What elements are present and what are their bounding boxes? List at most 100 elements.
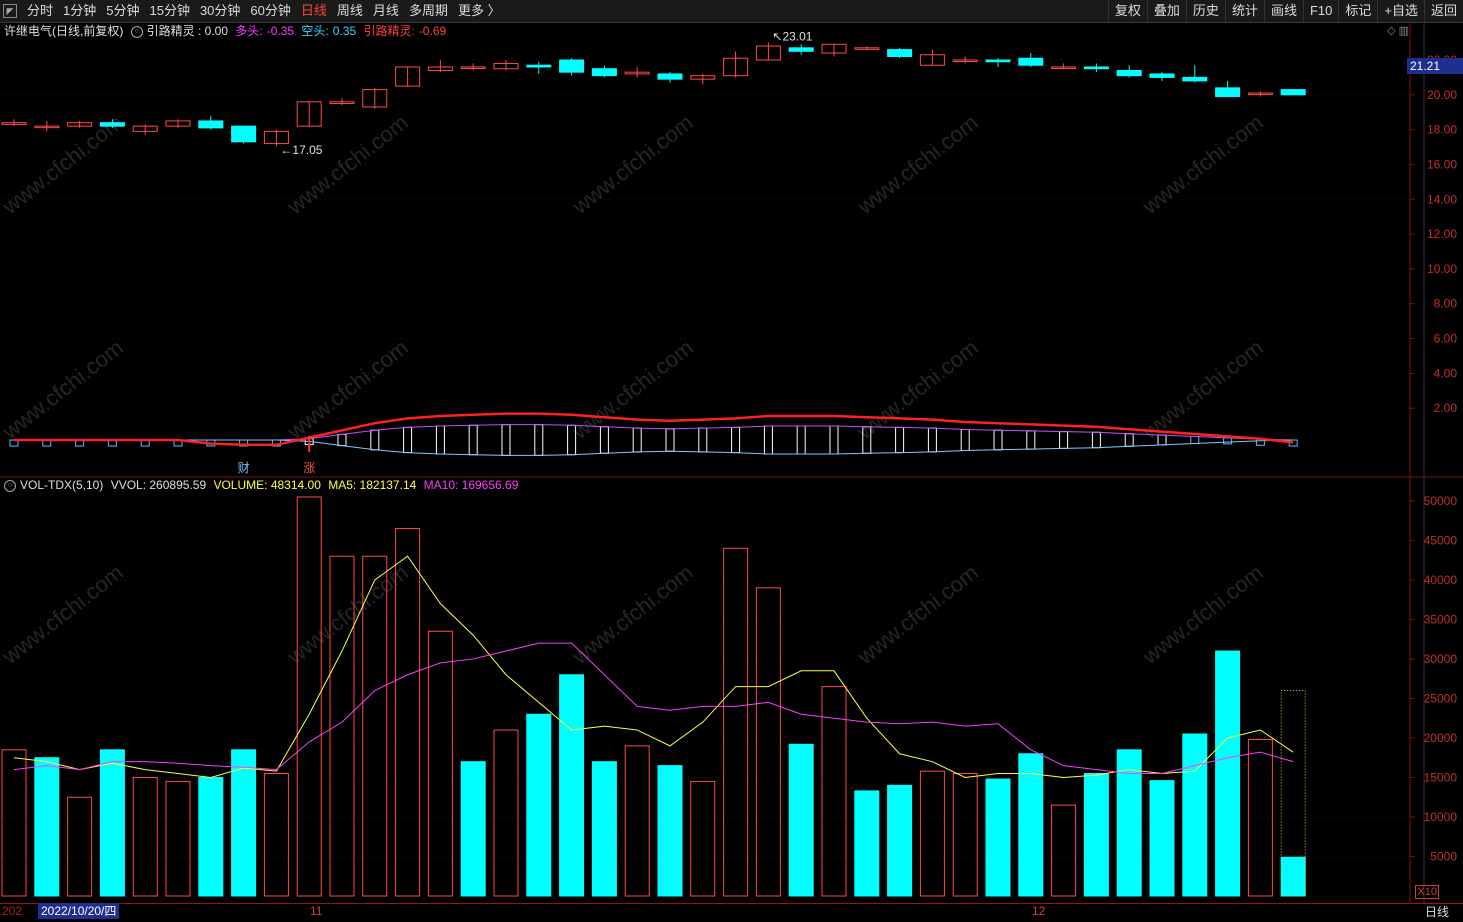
candle-down: [99, 122, 125, 127]
candle-down: [985, 59, 1011, 63]
volume-bar-up: [723, 547, 749, 897]
volume-tick-label: 15000: [1424, 770, 1458, 784]
volume-tick-label: 5000: [1430, 849, 1457, 863]
candle-down: [231, 125, 257, 143]
volume-value: VOLUME: 48314.00: [213, 478, 321, 492]
volume-bar-up: [493, 729, 519, 897]
candle-down: [591, 68, 617, 77]
ribbon-box: [960, 429, 970, 451]
price-tick-label: 2.00: [1434, 401, 1458, 415]
candle-down: [788, 47, 814, 52]
volume-bar-up: [952, 773, 978, 897]
volume-bar-up: [919, 770, 945, 897]
ribbon-box: [632, 427, 642, 453]
volume-bar-down: [788, 743, 814, 897]
volume-tick-label: 25000: [1424, 691, 1458, 705]
period-indicator[interactable]: 日线: [1411, 903, 1463, 921]
ribbon-box: [698, 427, 708, 453]
watermark: www.cfchi.com: [852, 560, 983, 670]
candle-down: [1215, 87, 1241, 98]
cai-mark: 财: [238, 461, 250, 475]
candle-down: [1018, 57, 1044, 66]
ribbon-box: [1091, 431, 1101, 449]
low-annotation: ←17.05: [280, 143, 322, 157]
ma5-value: MA5: 182137.14: [328, 478, 417, 492]
volume-bar-up: [1247, 739, 1273, 897]
volume-bar-down: [559, 674, 585, 897]
price-tick-label: 20.00: [1427, 88, 1457, 102]
volume-bar-down: [1018, 753, 1044, 897]
watermark: www.cfchi.com: [0, 560, 128, 670]
candle-down: [1280, 89, 1306, 96]
candle-down: [1116, 69, 1142, 77]
ribbon-box: [927, 427, 937, 453]
ribbon-box: [435, 425, 445, 455]
ribbon-box: [1124, 433, 1134, 447]
date-axis-year: 202: [2, 904, 23, 918]
vvol: VVOL: 260895.59: [110, 478, 207, 492]
ribbon-box: [763, 425, 773, 455]
ribbon-box: [796, 425, 806, 455]
volume-bar-up: [755, 587, 781, 897]
volume-bar-down: [34, 757, 60, 897]
ribbon-box: [1190, 436, 1200, 444]
watermark: www.cfchi.com: [1137, 560, 1268, 670]
ribbon-box: [370, 429, 380, 451]
ribbon-box: [534, 424, 544, 456]
volume-bar-down: [591, 761, 617, 897]
price-tick-label: 12.00: [1427, 227, 1457, 241]
candle-down: [1149, 73, 1175, 78]
volume-bar-up: [165, 780, 191, 897]
volume-settings-icon[interactable]: ○: [4, 479, 16, 492]
volume-bar-up: [132, 776, 158, 897]
kline-chart[interactable]: www.cfchi.com www.cfchi.com www.cfchi.com w…: [0, 0, 1463, 921]
ribbon-box: [337, 433, 347, 447]
volume-tick-label: 30000: [1424, 652, 1458, 666]
volume-bar-down: [1215, 650, 1241, 897]
ribbon-box: [895, 426, 905, 454]
watermark: www.cfchi.com: [0, 335, 128, 445]
volume-bar-up: [296, 496, 322, 897]
volume-bar-down: [1149, 780, 1175, 897]
ribbon-box: [403, 426, 413, 454]
volume-bar-down: [985, 778, 1011, 897]
ribbon-box: [1223, 437, 1233, 445]
ribbon-box: [665, 428, 675, 452]
ribbon-box: [599, 426, 609, 454]
volume-tick-label: 50000: [1424, 494, 1458, 508]
price-tick-label: 14.00: [1427, 192, 1457, 206]
month-label-dec: 12: [1032, 904, 1046, 918]
volume-bar-up: [1051, 804, 1077, 897]
ribbon-box: [1026, 430, 1036, 450]
ribbon-box: [501, 424, 511, 456]
volume-bar-down: [1280, 856, 1306, 897]
volume-bar-down: [887, 784, 913, 897]
candle-down: [198, 120, 224, 129]
candle-down: [1083, 66, 1109, 70]
volume-tick-label: 35000: [1424, 612, 1458, 626]
watermark: www.cfchi.com: [282, 560, 413, 670]
current-price-tag: 21.21: [1407, 58, 1463, 74]
watermark: www.cfchi.com: [567, 560, 698, 670]
ma10-value: MA10: 169656.69: [423, 478, 519, 492]
candle-down: [1182, 76, 1208, 82]
candle-down: [887, 49, 913, 58]
volume-bar-up: [67, 796, 93, 897]
ribbon-box: [731, 426, 741, 454]
volume-bar-up: [690, 780, 716, 897]
volume-bar-down: [1182, 733, 1208, 897]
cursor-date: 2022/10/20/四: [38, 903, 120, 919]
vol-name: VOL-TDX(5,10): [20, 478, 104, 492]
volume-bar-down: [1083, 773, 1109, 897]
ma10-line: [13, 642, 1294, 775]
zhang-mark: 涨: [303, 460, 315, 475]
date-axis: [0, 903, 1463, 922]
price-tick-label: 6.00: [1434, 332, 1458, 346]
volume-tick-label: 45000: [1424, 533, 1458, 547]
price-tick-label: 4.00: [1434, 366, 1458, 380]
volume-tick-label: 40000: [1424, 573, 1458, 587]
candle-down: [559, 59, 585, 73]
candle-down: [526, 64, 552, 68]
volume-tick-label: 10000: [1424, 810, 1458, 824]
volume-bar-up: [624, 745, 650, 897]
